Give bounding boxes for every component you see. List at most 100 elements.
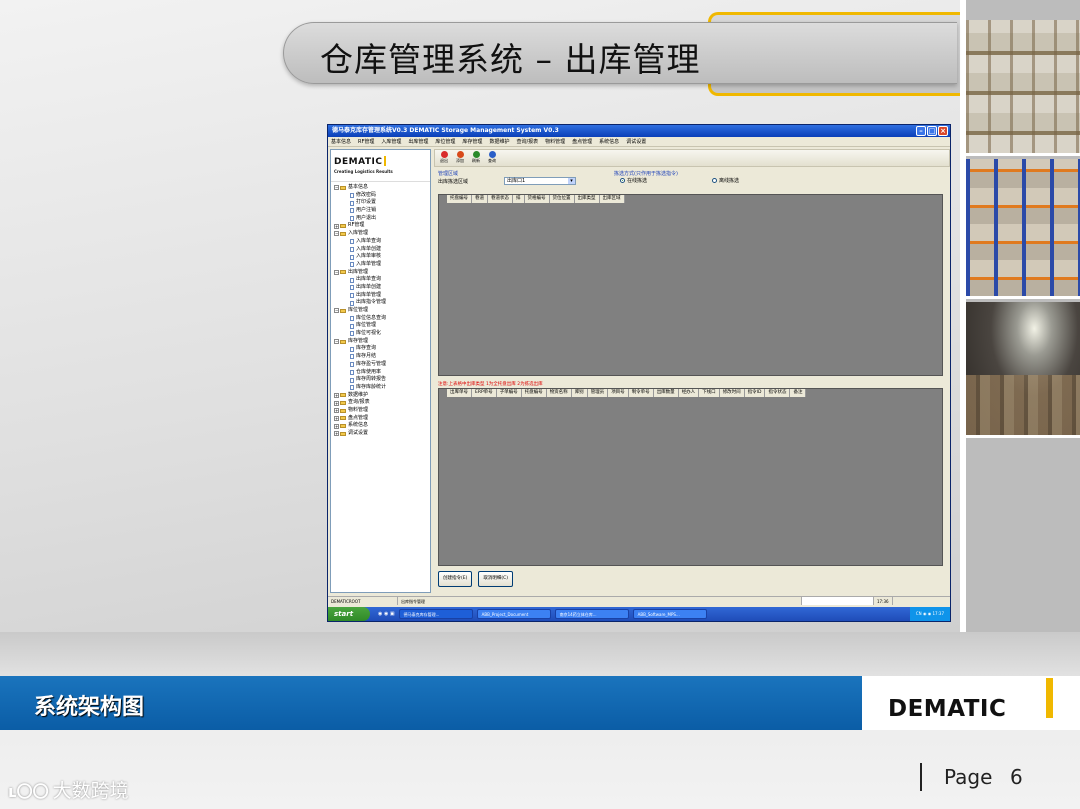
tree-item-label: 用户注销 xyxy=(356,207,377,214)
order-grid[interactable]: 出库单号 ERP单号 子单编号 托盘编号 物资名称 库别 管理员 项目号 制令单号 出库数量 经办人… xyxy=(438,388,943,566)
radio-offline[interactable]: 离线拣选 xyxy=(712,177,739,184)
expander-icon[interactable]: + xyxy=(334,400,339,406)
expander-icon[interactable]: + xyxy=(334,392,339,398)
tree-item[interactable]: 入库单查询 xyxy=(334,238,430,246)
chevron-down-icon[interactable]: ▾ xyxy=(568,178,575,184)
taskbar-item[interactable]: 南京14药立体仓库... xyxy=(554,609,629,619)
tree-item[interactable]: + RF管理 xyxy=(334,222,430,230)
column-header[interactable]: 物资名称 xyxy=(547,389,572,397)
taskbar-item[interactable]: 德马泰克库存管理... xyxy=(398,609,473,619)
menu-item[interactable]: 库存管理 xyxy=(462,137,482,146)
column-header[interactable]: ERP单号 xyxy=(472,389,497,397)
folder-icon xyxy=(340,185,346,190)
column-header[interactable]: 出库数量 xyxy=(654,389,679,397)
menu-item[interactable]: 系统信息 xyxy=(599,137,619,146)
tree-item[interactable]: + 物料管理 xyxy=(334,407,430,415)
taskbar-item[interactable]: ABB_Software_MPS... xyxy=(632,609,707,619)
expander-icon[interactable]: + xyxy=(334,431,339,437)
tree-item[interactable]: − 库位管理 xyxy=(334,307,430,315)
menu-item[interactable]: 数据维护 xyxy=(489,137,509,146)
column-header[interactable]: 托盘编号 xyxy=(447,195,472,203)
toolbar-button[interactable]: 查询 xyxy=(487,150,497,166)
tree-item[interactable]: 出库单创建 xyxy=(334,284,430,292)
toolbar-button[interactable]: 添加 xyxy=(455,150,465,166)
expander-icon[interactable]: − xyxy=(334,231,339,237)
tree-item[interactable]: 修改密码 xyxy=(334,192,430,200)
column-header[interactable]: 出库单号 xyxy=(447,389,472,397)
cancel-detail-button[interactable]: 取消明细(C) xyxy=(478,571,514,587)
tree-item[interactable]: − 基本信息 xyxy=(334,184,430,192)
tree-item[interactable]: + 调试设置 xyxy=(334,430,430,438)
column-header[interactable]: 项目号 xyxy=(608,389,629,397)
expander-icon[interactable]: − xyxy=(334,269,339,275)
tree-item[interactable]: 打印设置 xyxy=(334,199,430,207)
column-header[interactable]: 库别 xyxy=(572,389,588,397)
column-header[interactable]: 巷道 xyxy=(472,195,488,203)
tree-item[interactable]: 入库单创建 xyxy=(334,246,430,254)
menu-item[interactable]: 入库管理 xyxy=(381,137,401,146)
tree-item[interactable]: 入库单管理 xyxy=(334,261,430,269)
minimize-icon[interactable]: – xyxy=(916,126,926,136)
tree-item[interactable]: 库存周转报告 xyxy=(334,376,430,384)
menu-item[interactable]: 物料管理 xyxy=(545,137,565,146)
expander-icon[interactable]: − xyxy=(334,185,339,191)
column-header[interactable]: 子单编号 xyxy=(497,389,522,397)
column-header[interactable]: 经办人 xyxy=(679,389,700,397)
toolbar-button[interactable]: 退出 xyxy=(439,150,449,166)
tree-item[interactable]: − 出库管理 xyxy=(334,269,430,277)
tree-item[interactable]: + 查询/报表 xyxy=(334,399,430,407)
menu-item[interactable]: 出库管理 xyxy=(408,137,428,146)
column-header[interactable]: 巷道状态 xyxy=(488,195,513,203)
area-select[interactable]: 出库口1 ▾ xyxy=(504,177,576,185)
column-header[interactable]: 出库区域 xyxy=(600,195,625,203)
column-header[interactable]: 托盘编号 xyxy=(522,389,547,397)
tree-item[interactable]: 库位管理 xyxy=(334,322,430,330)
column-header[interactable]: 货位位置 xyxy=(550,195,575,203)
document-icon xyxy=(350,193,354,199)
quicklaunch-icons[interactable]: ◉ ◉ ▣ xyxy=(378,611,395,617)
tree-item[interactable]: 库存查询 xyxy=(334,345,430,353)
column-header[interactable]: 排 xyxy=(513,195,525,203)
column-header[interactable]: 指令ID xyxy=(745,389,766,397)
start-button[interactable]: start xyxy=(328,607,370,621)
column-header[interactable]: 备注 xyxy=(790,389,807,397)
tree-item[interactable]: + 系统信息 xyxy=(334,422,430,430)
expander-icon[interactable]: + xyxy=(334,223,339,229)
menu-item[interactable]: 调试设置 xyxy=(626,137,646,146)
close-icon[interactable]: × xyxy=(938,126,948,136)
tree-item[interactable]: 出库单查询 xyxy=(334,276,430,284)
tree-item[interactable]: 库存库龄统计 xyxy=(334,384,430,392)
tree-item[interactable]: 库位信息查询 xyxy=(334,315,430,323)
taskbar-item[interactable]: ABB_Project_Document xyxy=(476,609,551,619)
radio-online[interactable]: 在线拣选 xyxy=(620,177,647,184)
menu-item[interactable]: 盘点管理 xyxy=(572,137,592,146)
column-header[interactable]: 货格编号 xyxy=(525,195,550,203)
expander-icon[interactable]: + xyxy=(334,408,339,414)
tree-item[interactable]: − 入库管理 xyxy=(334,230,430,238)
column-header[interactable]: 下线口 xyxy=(699,389,720,397)
create-command-button[interactable]: 创建指令(E) xyxy=(438,571,473,587)
toolbar-button[interactable]: 刷新 xyxy=(471,150,481,166)
tree-item[interactable]: 出库指令管理 xyxy=(334,299,430,307)
column-header[interactable]: 出库类型 xyxy=(575,195,600,203)
location-grid[interactable]: 托盘编号 巷道 巷道状态排货格编号 货位位置 出库类型 出库区域 xyxy=(438,194,943,376)
tree-item[interactable]: 用户注销 xyxy=(334,207,430,215)
expander-icon[interactable]: + xyxy=(334,423,339,429)
menu-item[interactable]: 库位管理 xyxy=(435,137,455,146)
expander-icon[interactable]: + xyxy=(334,415,339,421)
tree-item[interactable]: 库存盈亏管理 xyxy=(334,361,430,369)
menu-item[interactable]: RF管理 xyxy=(358,137,374,146)
column-header[interactable]: 修改时间 xyxy=(720,389,745,397)
maximize-icon[interactable]: □ xyxy=(927,126,937,136)
tree-item[interactable]: 库位可视化 xyxy=(334,330,430,338)
column-header[interactable]: 指令状态 xyxy=(765,389,791,397)
column-header[interactable]: 管理员 xyxy=(588,389,609,397)
tree-item[interactable]: − 库存管理 xyxy=(334,338,430,346)
menu-item[interactable]: 查询/报表 xyxy=(516,137,538,146)
tree-item[interactable]: 库存月结 xyxy=(334,353,430,361)
tree-item[interactable]: 入库单审核 xyxy=(334,253,430,261)
expander-icon[interactable]: − xyxy=(334,308,339,314)
expander-icon[interactable]: − xyxy=(334,339,339,345)
menu-item[interactable]: 基本信息 xyxy=(331,137,351,146)
column-header[interactable]: 制令单号 xyxy=(629,389,654,397)
